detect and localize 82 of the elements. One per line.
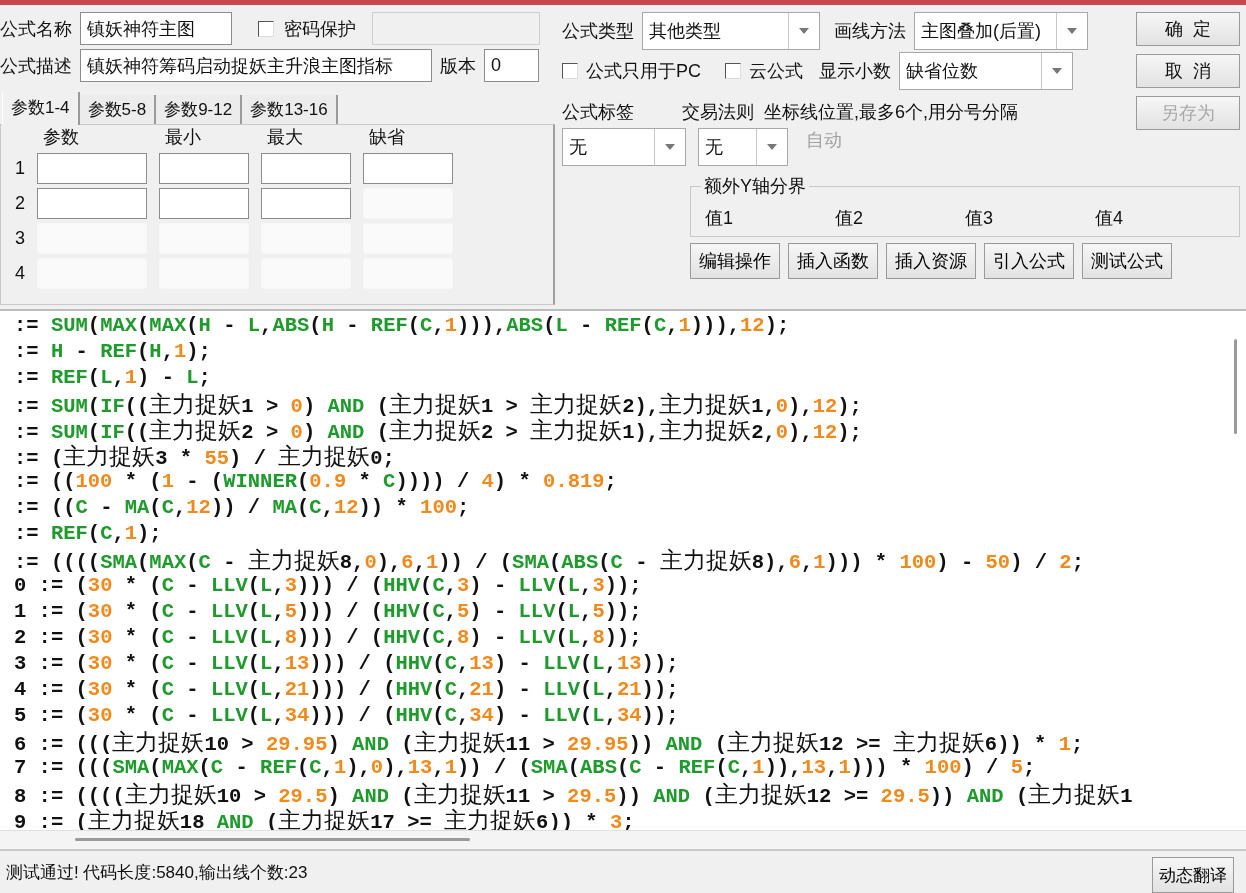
tool-button[interactable]: 引入公式 bbox=[984, 243, 1074, 279]
code-line: := H - REF(H,1); bbox=[14, 339, 212, 365]
code-line: 5 := (30 * (C - LLV(L,34))) / (HHV(C,34) - LLV(L,34)); bbox=[14, 703, 680, 729]
row-number: 1 bbox=[14, 158, 25, 179]
param-field[interactable] bbox=[159, 188, 249, 219]
column-header: 缺省 bbox=[368, 126, 406, 149]
field-label: 交易法则 bbox=[682, 101, 754, 124]
field-label: 公式描述 bbox=[0, 54, 72, 78]
field-label: 画线方法 bbox=[834, 20, 906, 43]
field-label: 坐标线位置,最多6个,用分号分隔 bbox=[764, 101, 1018, 124]
value-label: 值2 bbox=[835, 207, 864, 230]
code-line: := ((100 * (1 - (WINNER(0.9 * C)))) / 4) * 0.819; bbox=[14, 469, 618, 495]
name-field[interactable]: 镇妖神符主图 bbox=[80, 12, 232, 45]
tool-button[interactable]: 测试公式 bbox=[1082, 243, 1172, 279]
tab[interactable]: 参数9-12 bbox=[156, 95, 243, 124]
version-field[interactable]: 0 bbox=[484, 49, 539, 82]
dropdown[interactable]: 缺省位数 bbox=[899, 52, 1073, 90]
code-line: := REF(C,1); bbox=[14, 521, 163, 547]
value-label: 值1 bbox=[705, 207, 734, 230]
tab[interactable]: 参数13-16 bbox=[242, 95, 338, 124]
param-field[interactable] bbox=[261, 188, 351, 219]
column-header: 最大 bbox=[266, 126, 304, 149]
tool-button[interactable]: 插入函数 bbox=[788, 243, 878, 279]
code-line: 0 := (30 * (C - LLV(L,3))) / (HHV(C,3) - LLV(L,3)); bbox=[14, 573, 643, 599]
value-label: 值4 bbox=[1095, 207, 1124, 230]
code-line: 7 := (((SMA(MAX(C - REF(C,1),0),13,1)) / (SMA(ABS(C - REF(C,1)),13,1))) * 100) / 5; bbox=[14, 755, 1037, 781]
column-header: 最小 bbox=[164, 126, 202, 149]
tool-button[interactable]: 插入资源 bbox=[886, 243, 976, 279]
code-line: 1 := (30 * (C - LLV(L,5))) / (HHV(C,5) - LLV(L,5)); bbox=[14, 599, 643, 625]
checkbox-label: 公式只用于PC bbox=[586, 60, 701, 83]
code-line: := REF(L,1) - L; bbox=[14, 365, 212, 391]
group-title: 额外Y轴分界 bbox=[703, 175, 807, 198]
param-field[interactable] bbox=[159, 153, 249, 184]
param-field[interactable] bbox=[261, 153, 351, 184]
tool-button[interactable]: 编辑操作 bbox=[690, 243, 780, 279]
code-line: 8 := ((((主力捉妖10 > 29.5) AND (主力捉妖11 > 29.5)) AND (主力捉妖12 >= 29.5)) AND (主力捉妖1 bbox=[14, 781, 1134, 807]
caret-icon bbox=[1067, 28, 1077, 34]
caret-icon bbox=[767, 144, 777, 150]
field-label: 版本 bbox=[440, 54, 476, 78]
param-field[interactable] bbox=[37, 153, 147, 184]
dialog-button[interactable]: 确 定 bbox=[1136, 12, 1240, 46]
status-message: 测试通过! 代码长度:5840,输出线个数:23 bbox=[6, 861, 308, 884]
dropdown[interactable]: 主图叠加(后置) bbox=[914, 12, 1088, 50]
checkbox[interactable] bbox=[562, 63, 578, 79]
checkbox-label: 密码保护 bbox=[284, 17, 356, 41]
tab[interactable]: 参数1-4 bbox=[2, 92, 80, 125]
field-label: 公式标签 bbox=[562, 101, 634, 124]
code-line: := SUM(MAX(MAX(H - L,ABS(H - REF(C,1))),ABS(L - REF(C,1))),12); bbox=[14, 313, 791, 339]
caret-icon bbox=[799, 28, 809, 34]
checkbox[interactable] bbox=[258, 20, 274, 37]
code-line: 2 := (30 * (C - LLV(L,8))) / (HHV(C,8) - LLV(L,8)); bbox=[14, 625, 643, 651]
field-label: 公式名称 bbox=[0, 17, 72, 41]
description-field[interactable]: 镇妖神符筹码启动捉妖主升浪主图指标 bbox=[80, 49, 432, 82]
param-field[interactable] bbox=[363, 153, 453, 184]
code-line: := (主力捉妖3 * 55) / 主力捉妖0; bbox=[14, 443, 396, 469]
code-line: 4 := (30 * (C - LLV(L,21))) / (HHV(C,21) - LLV(L,21)); bbox=[14, 677, 680, 703]
code-line: := SUM(IF((主力捉妖1 > 0) AND (主力捉妖1 > 主力捉妖2),主力捉妖1,0),12); bbox=[14, 391, 863, 417]
code-line: := ((C - MA(C,12)) / MA(C,12)) * 100; bbox=[14, 495, 471, 521]
column-header: 参数 bbox=[42, 126, 80, 149]
caret-icon bbox=[665, 144, 675, 150]
checkbox[interactable] bbox=[725, 63, 741, 79]
code-editor[interactable] bbox=[0, 309, 1246, 849]
checkbox-label: 云公式 bbox=[749, 60, 803, 83]
field-label: 公式类型 bbox=[562, 20, 634, 43]
dropdown[interactable]: 无 bbox=[698, 128, 788, 166]
dialog-button[interactable]: 取 消 bbox=[1136, 54, 1240, 88]
row-number: 3 bbox=[14, 228, 25, 249]
code-line: 3 := (30 * (C - LLV(L,13))) / (HHV(C,13) - LLV(L,13)); bbox=[14, 651, 680, 677]
code-line: 6 := (((主力捉妖10 > 29.95) AND (主力捉妖11 > 29.95)) AND (主力捉妖12 >= 主力捉妖6)) * 1; bbox=[14, 729, 1085, 755]
code-line: := SUM(IF((主力捉妖2 > 0) AND (主力捉妖2 > 主力捉妖1),主力捉妖2,0),12); bbox=[14, 417, 863, 443]
caret-icon bbox=[1052, 68, 1062, 74]
value-label: 值3 bbox=[965, 207, 994, 230]
param-field[interactable] bbox=[37, 188, 147, 219]
dropdown[interactable]: 无 bbox=[562, 128, 686, 166]
tab[interactable]: 参数5-8 bbox=[79, 95, 157, 124]
horizontal-scrollbar[interactable] bbox=[0, 830, 1246, 849]
translate-button[interactable]: 动态翻译 bbox=[1152, 857, 1234, 893]
code-line: := ((((SMA(MAX(C - 主力捉妖8,0),6,1)) / (SMA(ABS(C - 主力捉妖8),6,1))) * 100) - 50) / 2; bbox=[14, 547, 1085, 573]
dropdown[interactable]: 其他类型 bbox=[642, 12, 820, 50]
row-number: 2 bbox=[14, 193, 25, 214]
field-label: 显示小数 bbox=[819, 60, 891, 83]
row-number: 4 bbox=[14, 263, 25, 284]
